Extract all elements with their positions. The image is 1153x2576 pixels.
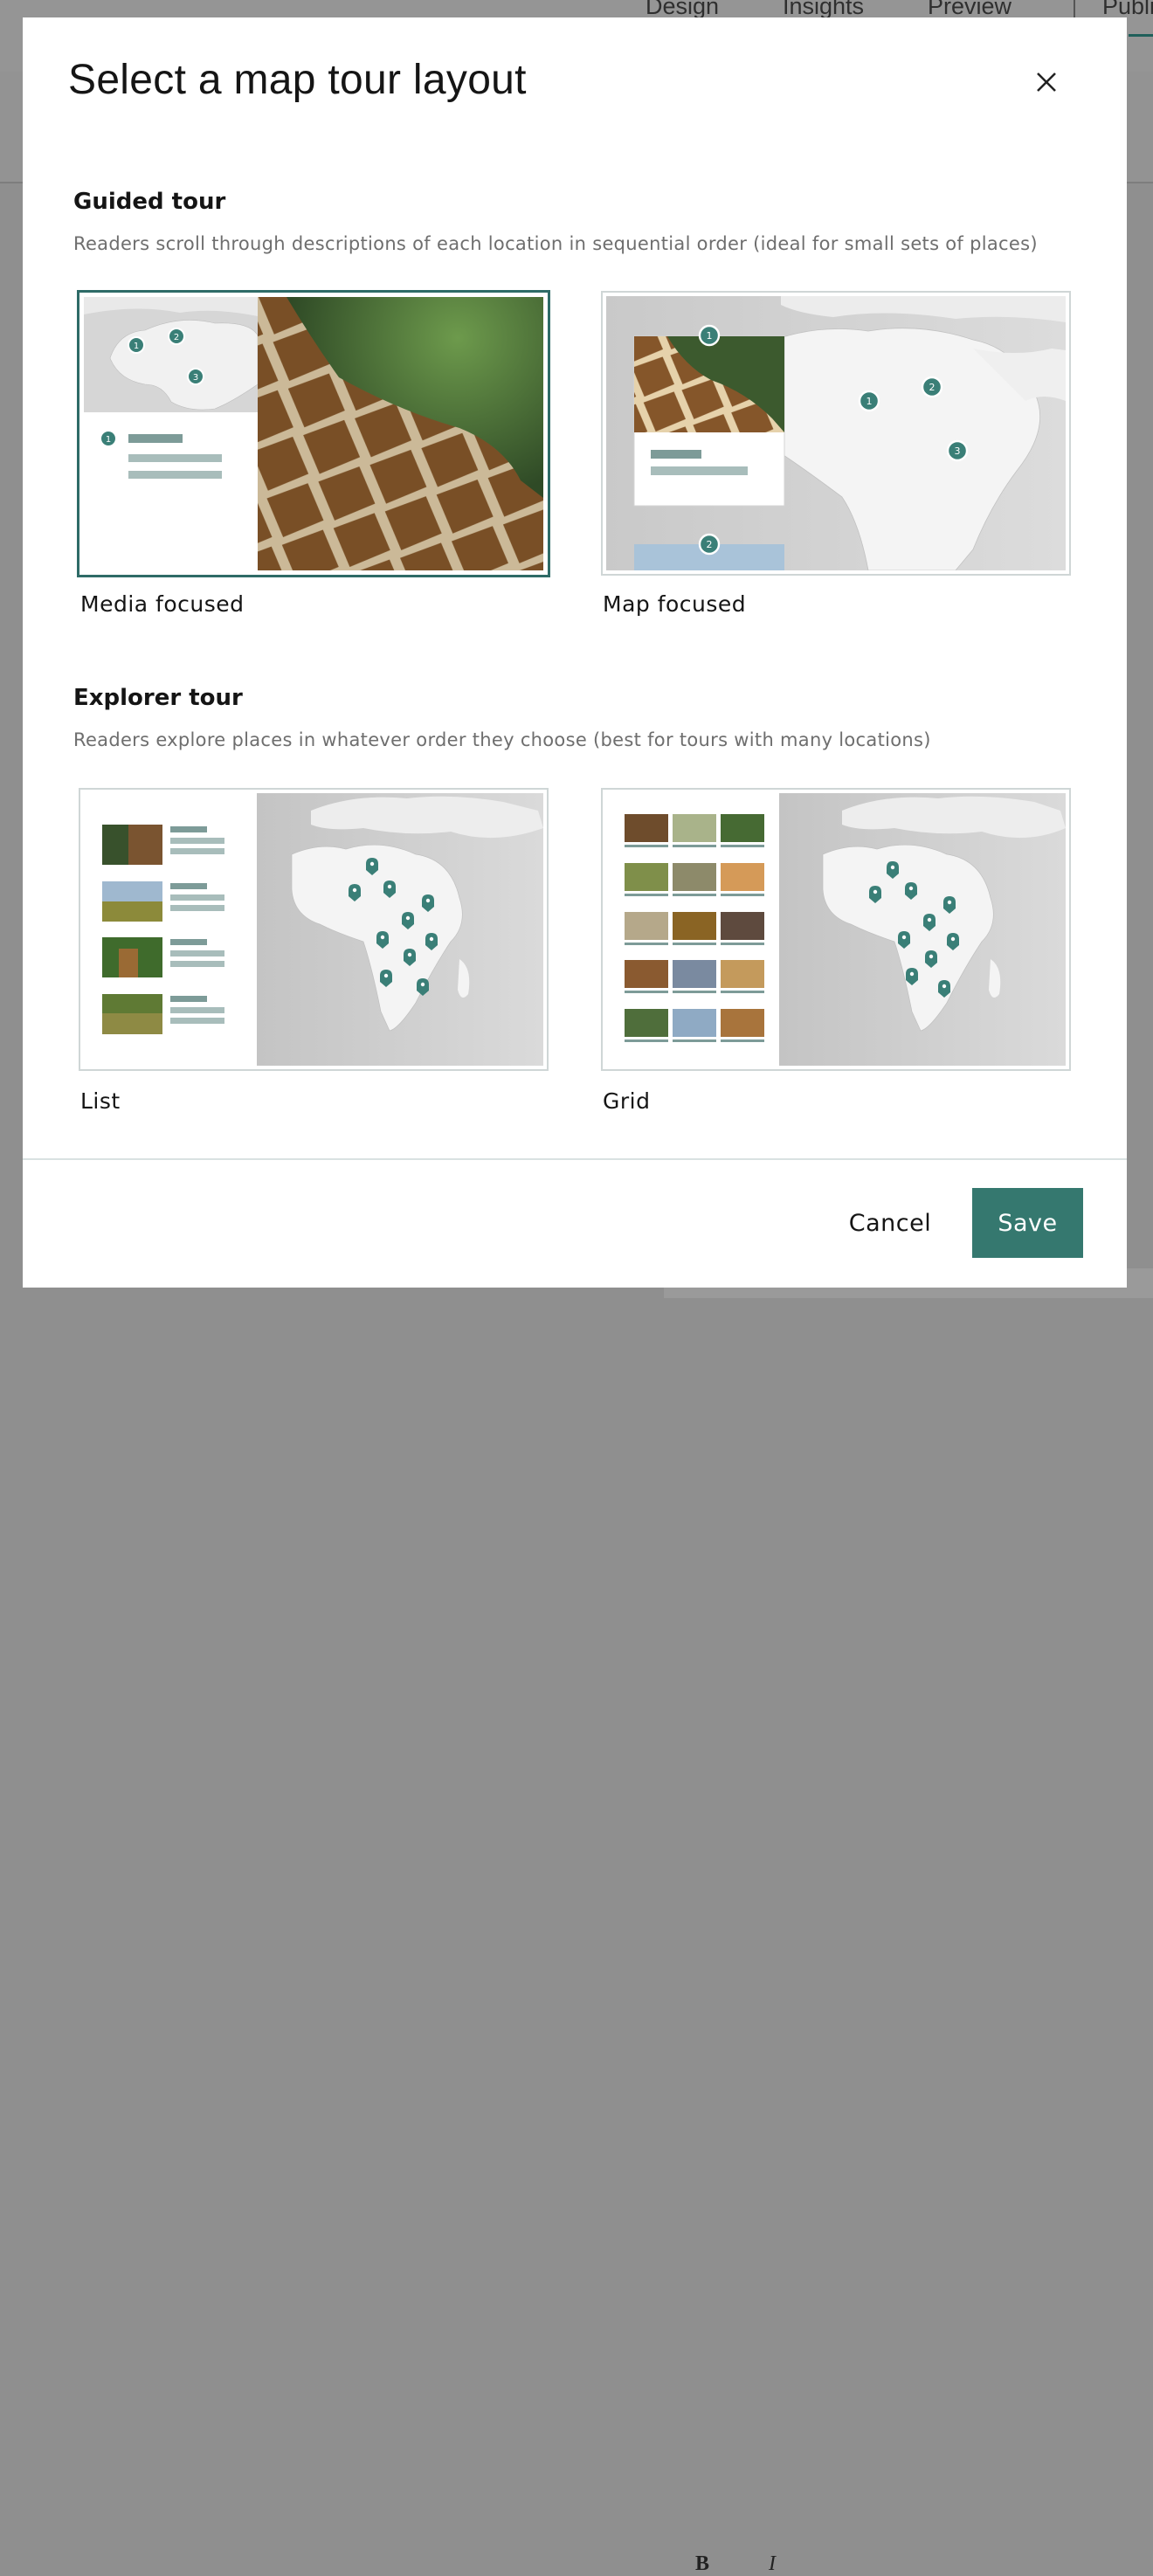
cancel-button[interactable]: Cancel xyxy=(835,1188,945,1258)
dialog-title: Select a map tour layout xyxy=(68,57,527,103)
option-label-map-focused: Map focused xyxy=(603,591,747,617)
map-marker-2b: 2 xyxy=(707,539,713,550)
map-marker-3: 3 xyxy=(955,445,961,457)
italic-icon: I xyxy=(769,2552,776,2575)
save-button[interactable]: Save xyxy=(972,1188,1083,1258)
map-focused-thumbnail: 1 1 2 3 2 xyxy=(606,296,1066,570)
layout-option-grid[interactable] xyxy=(601,788,1071,1071)
option-label-list: List xyxy=(80,1088,121,1114)
explorer-tour-description: Readers explore places in whatever order… xyxy=(73,729,931,750)
media-focused-thumbnail: 1 2 3 1 xyxy=(84,297,543,570)
option-label-grid: Grid xyxy=(603,1088,651,1114)
list-thumbnail xyxy=(84,793,543,1066)
close-button[interactable] xyxy=(1029,65,1064,100)
layout-option-list[interactable] xyxy=(79,788,549,1071)
tab-separator xyxy=(1074,0,1075,17)
layout-dialog: Select a map tour layout Guided tour Rea… xyxy=(23,17,1127,1288)
grid-thumbnail xyxy=(606,793,1066,1066)
bold-icon: B xyxy=(695,2552,710,2575)
map-marker-2: 2 xyxy=(174,333,179,342)
guided-tour-description: Readers scroll through descriptions of e… xyxy=(73,233,1038,254)
layout-option-map-focused[interactable]: 1 1 2 3 2 xyxy=(601,291,1071,576)
guided-tour-heading: Guided tour xyxy=(73,189,226,215)
map-marker-1: 1 xyxy=(707,330,713,342)
map-marker-1b: 1 xyxy=(866,396,873,407)
close-icon xyxy=(1037,73,1056,92)
description-marker: 1 xyxy=(106,435,111,445)
option-label-media-focused: Media focused xyxy=(80,591,245,617)
layout-option-media-focused[interactable]: 1 2 3 1 xyxy=(77,290,550,577)
map-marker-1: 1 xyxy=(134,342,139,351)
map-marker-2: 2 xyxy=(929,382,936,393)
map-marker-3: 3 xyxy=(193,373,198,383)
active-tab-indicator xyxy=(1129,34,1153,37)
explorer-tour-heading: Explorer tour xyxy=(73,685,243,711)
footer-divider xyxy=(23,1158,1127,1160)
